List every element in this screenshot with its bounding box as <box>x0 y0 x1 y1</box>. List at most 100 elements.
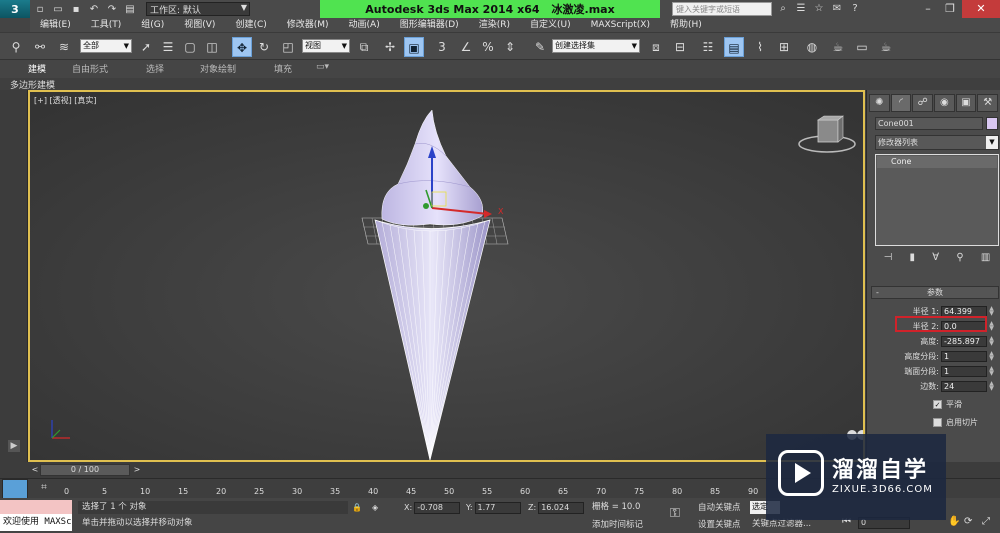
set-key-button[interactable]: 设置关键点 <box>698 518 741 530</box>
align-icon[interactable]: ⊟ <box>670 37 690 57</box>
maxscript-listener-output[interactable]: 欢迎使用 MAXSc <box>0 514 72 531</box>
link-icon[interactable]: ⚲ <box>6 37 26 57</box>
hierarchy-tab-icon[interactable]: ☍ <box>912 94 934 112</box>
new-file-icon[interactable]: ▫ <box>32 2 48 16</box>
project-folder-icon[interactable]: ▤ <box>122 2 138 16</box>
frame-ruler[interactable]: 0 5 10 15 20 25 30 35 40 45 50 55 60 65 70 75 80 85 90 <box>64 479 764 499</box>
tab-populate[interactable]: 填充 <box>274 62 292 75</box>
remove-modifier-icon[interactable]: ⚲ <box>956 252 963 268</box>
spinner-snap-icon[interactable]: ⇕ <box>500 37 520 57</box>
menu-rendering[interactable]: 渲染(R) <box>469 18 520 32</box>
window-crossing-icon[interactable]: ◫ <box>202 37 222 57</box>
curve-editor-icon[interactable]: ⌇ <box>750 37 770 57</box>
material-editor-icon[interactable]: ◍ <box>802 37 822 57</box>
menu-customize[interactable]: 自定义(U) <box>520 18 581 32</box>
graphite-toggle-icon[interactable]: ▤ <box>724 37 744 57</box>
snap-toggle-icon[interactable]: 3 <box>432 37 452 57</box>
cap-segments-input[interactable]: 1 <box>941 366 987 377</box>
select-scale-icon[interactable]: ◰ <box>278 37 298 57</box>
time-slider-right-icon[interactable]: > <box>132 464 142 476</box>
mini-curve-editor-icon[interactable] <box>2 479 28 499</box>
tab-selection[interactable]: 选择 <box>146 62 164 75</box>
named-selection-dropdown[interactable]: 创建选择集 ▼ <box>552 39 640 53</box>
open-file-icon[interactable]: ▭ <box>50 2 66 16</box>
lock-selection-icon[interactable]: 🔒 <box>352 501 362 514</box>
tab-modeling[interactable]: 建模 <box>28 62 46 75</box>
spinner-icon[interactable]: ▲ ▼ <box>988 306 995 317</box>
height-input[interactable]: -285.897 <box>941 336 987 347</box>
select-move-icon[interactable]: ✥ <box>232 37 252 57</box>
spinner-icon[interactable]: ▲ ▼ <box>988 381 995 392</box>
viewport-label[interactable]: [+] [透视] [真实] <box>34 95 97 106</box>
menu-tools[interactable]: 工具(T) <box>81 18 132 32</box>
render-setup-icon[interactable]: ☕ <box>828 37 848 57</box>
star-icon[interactable]: ☆ <box>812 2 826 16</box>
show-end-result-icon[interactable]: ▮ <box>910 252 916 268</box>
sides-input[interactable]: 24 <box>941 381 987 392</box>
bind-space-warp-icon[interactable]: ≋ <box>54 37 74 57</box>
spinner-icon[interactable]: ▲ ▼ <box>988 336 995 347</box>
configure-sets-icon[interactable]: ▥ <box>981 252 990 268</box>
minimize-button[interactable]: – <box>918 0 938 18</box>
percent-snap-icon[interactable]: % <box>478 37 498 57</box>
comm-center-icon[interactable]: ✉ <box>830 2 844 16</box>
help-search-input[interactable]: 键入关键字或短语 <box>672 2 772 16</box>
unlink-icon[interactable]: ⚯ <box>30 37 50 57</box>
infocenter-icon[interactable]: ☰ <box>794 2 808 16</box>
object-name-field[interactable]: Cone001 <box>875 117 983 130</box>
expand-arrow-icon[interactable]: ▶ <box>8 440 20 452</box>
maximize-viewport-icon[interactable]: ⤢ <box>982 516 990 527</box>
tab-object-paint[interactable]: 对象绘制 <box>200 62 236 75</box>
pin-stack-icon[interactable]: ⊣ <box>884 252 893 268</box>
time-slider-left-icon[interactable]: < <box>30 464 40 476</box>
spinner-icon[interactable]: ▲ ▼ <box>988 351 995 362</box>
slice-on-checkbox[interactable]: 启用切片 <box>933 417 978 429</box>
display-tab-icon[interactable]: ▣ <box>955 94 977 112</box>
z-value[interactable]: 16.024 <box>538 501 585 514</box>
y-value[interactable]: 1.77 <box>474 501 521 514</box>
menu-modifiers[interactable]: 修改器(M) <box>277 18 339 32</box>
perspective-viewport[interactable]: X [+] [透视] [真实] <box>28 90 865 462</box>
keyboard-shortcut-override-icon[interactable]: ▣ <box>404 37 424 57</box>
close-button[interactable]: ✕ <box>962 0 1000 18</box>
redo-icon[interactable]: ↷ <box>104 2 120 16</box>
orbit-icon[interactable]: ⟳ <box>964 516 972 527</box>
save-icon[interactable]: ▪ <box>68 2 84 16</box>
select-object-icon[interactable]: ➚ <box>136 37 156 57</box>
utilities-tab-icon[interactable]: ⚒ <box>977 94 999 112</box>
height-segments-input[interactable]: 1 <box>941 351 987 362</box>
search-icon[interactable]: ⌕ <box>776 2 790 16</box>
auto-key-button[interactable]: 自动关键点 <box>698 501 741 513</box>
time-slider-knob[interactable]: 0 / 100 <box>40 464 130 476</box>
menu-graph-editors[interactable]: 图形编辑器(D) <box>390 18 469 32</box>
undo-icon[interactable]: ↶ <box>86 2 102 16</box>
selection-filter-dropdown[interactable]: 全部 ▼ <box>80 39 132 53</box>
menu-animation[interactable]: 动画(A) <box>339 18 390 32</box>
layer-manager-icon[interactable]: ☷ <box>698 37 718 57</box>
workspace-dropdown[interactable]: 工作区: 默认 ▼ <box>146 2 250 16</box>
modify-tab-icon[interactable]: ◜ <box>890 94 912 112</box>
app-logo-icon[interactable]: 3 <box>0 0 30 18</box>
filter-icon[interactable]: ⌗ <box>34 482 54 496</box>
create-tab-icon[interactable]: ✺ <box>869 94 890 112</box>
select-rotate-icon[interactable]: ↻ <box>254 37 274 57</box>
mirror-icon[interactable]: ⧈ <box>646 37 666 57</box>
help-icon[interactable]: ? <box>848 2 862 16</box>
tab-freeform[interactable]: 自由形式 <box>72 62 108 75</box>
motion-tab-icon[interactable]: ◉ <box>934 94 955 112</box>
pan-icon[interactable]: ✋ <box>948 516 960 527</box>
menu-maxscript[interactable]: MAXScript(X) <box>581 18 660 32</box>
angle-snap-icon[interactable]: ∠ <box>456 37 476 57</box>
spinner-icon[interactable]: ▲ ▼ <box>988 366 995 377</box>
edit-named-sets-icon[interactable]: ✎ <box>530 37 550 57</box>
modifier-stack[interactable]: Cone <box>875 154 999 246</box>
stack-item-cone[interactable]: Cone <box>877 156 997 168</box>
menu-create[interactable]: 创建(C) <box>225 18 276 32</box>
menu-help[interactable]: 帮助(H) <box>660 18 712 32</box>
restore-button[interactable]: ❐ <box>940 0 960 18</box>
spinner-icon[interactable]: ▲ ▼ <box>988 321 995 332</box>
smooth-checkbox[interactable]: ✓ 平滑 <box>933 399 962 411</box>
set-key-icon[interactable]: ⚿ <box>670 506 680 521</box>
modifier-list-dropdown[interactable]: 修改器列表 ▼ <box>875 135 999 150</box>
rect-selection-icon[interactable]: ▢ <box>180 37 200 57</box>
